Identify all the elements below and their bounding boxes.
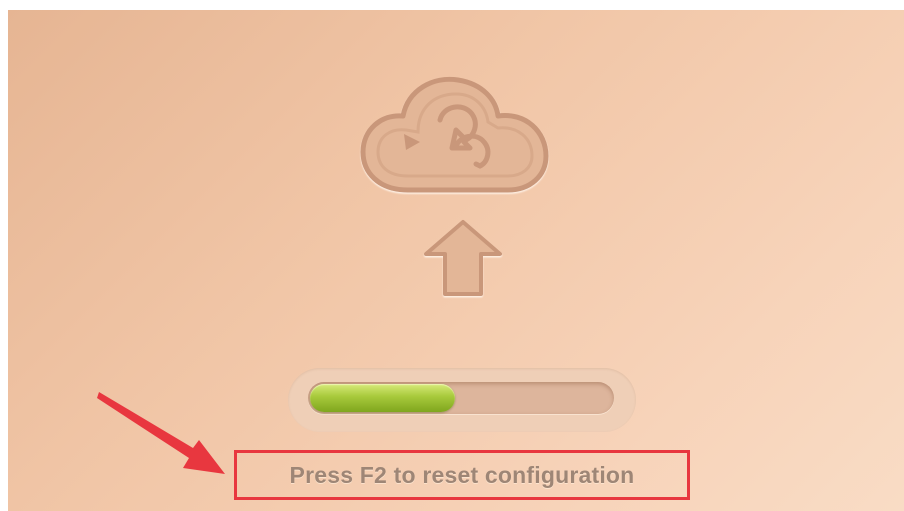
progress-fill	[310, 384, 455, 412]
progress-rail	[308, 382, 614, 414]
cloud-upload-icon	[360, 76, 549, 296]
progress-bar	[288, 368, 636, 432]
hint-highlight-box: Press F2 to reset configuration	[234, 450, 690, 500]
red-arrow-icon	[97, 392, 225, 474]
reset-hint-text: Press F2 to reset configuration	[289, 461, 635, 488]
boot-screen: Press F2 to reset configuration	[8, 10, 904, 511]
